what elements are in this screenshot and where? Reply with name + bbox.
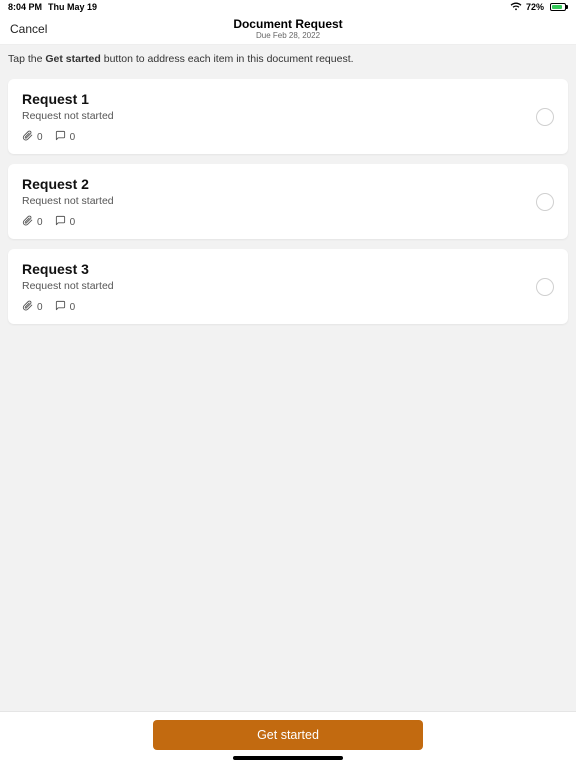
- cancel-button[interactable]: Cancel: [10, 22, 47, 36]
- status-date: Thu May 19: [48, 2, 97, 12]
- bottom-bar: Get started: [0, 711, 576, 768]
- attachments-count: 0: [37, 217, 43, 228]
- page-subtitle: Due Feb 28, 2022: [0, 32, 576, 41]
- paperclip-icon: [22, 300, 33, 314]
- wifi-icon: [510, 2, 522, 13]
- status-circle-icon: [536, 278, 554, 296]
- request-status: Request not started: [22, 280, 554, 292]
- nav-bar: Cancel Document Request Due Feb 28, 2022: [0, 14, 576, 44]
- home-indicator: [233, 756, 343, 760]
- comments-count: 0: [70, 132, 76, 143]
- request-title: Request 1: [22, 91, 554, 107]
- get-started-button[interactable]: Get started: [153, 720, 423, 750]
- attachments-count: 0: [37, 302, 43, 313]
- attachments-count: 0: [37, 132, 43, 143]
- status-circle-icon: [536, 108, 554, 126]
- request-card[interactable]: Request 2 Request not started 0 0: [8, 164, 568, 239]
- battery-percent: 72%: [526, 2, 544, 12]
- battery-icon: [548, 3, 568, 11]
- request-card[interactable]: Request 1 Request not started 0 0: [8, 79, 568, 154]
- status-bar: 8:04 PM Thu May 19 72%: [0, 0, 576, 14]
- status-circle-icon: [536, 193, 554, 211]
- paperclip-icon: [22, 130, 33, 144]
- request-list: Request 1 Request not started 0 0 Reques…: [0, 73, 576, 340]
- paperclip-icon: [22, 215, 33, 229]
- status-time: 8:04 PM: [8, 2, 42, 12]
- comment-icon: [55, 215, 66, 229]
- request-status: Request not started: [22, 195, 554, 207]
- instruction-text: Tap the Get started button to address ea…: [0, 44, 576, 73]
- comments-count: 0: [70, 217, 76, 228]
- page-title: Document Request: [0, 18, 576, 31]
- request-card[interactable]: Request 3 Request not started 0 0: [8, 249, 568, 324]
- request-title: Request 2: [22, 176, 554, 192]
- request-title: Request 3: [22, 261, 554, 277]
- comment-icon: [55, 300, 66, 314]
- request-status: Request not started: [22, 110, 554, 122]
- comments-count: 0: [70, 302, 76, 313]
- comment-icon: [55, 130, 66, 144]
